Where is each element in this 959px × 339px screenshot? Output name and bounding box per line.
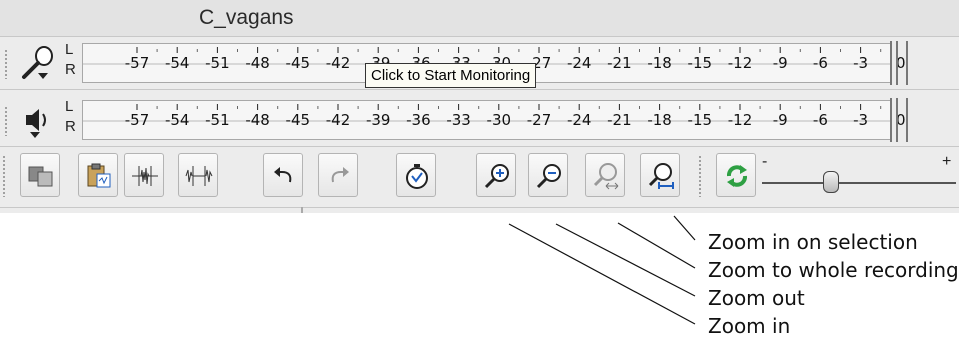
meter-tick-label: -51 — [205, 111, 230, 129]
meter-tick-label: -57 — [124, 111, 150, 129]
meter-tick-label: -24 — [566, 54, 592, 72]
zoom-selection-button[interactable] — [640, 153, 680, 197]
play-speed-slider[interactable]: - + — [762, 153, 956, 197]
paste-icon — [87, 163, 111, 188]
meter-tick-label: -39 — [365, 111, 391, 129]
toolbar-grip[interactable] — [2, 155, 6, 197]
channel-right-label: R — [65, 118, 76, 135]
toolbar-grip[interactable] — [698, 155, 702, 197]
toolbar-grip[interactable] — [4, 49, 8, 79]
copy-button[interactable] — [20, 153, 60, 197]
meter-tick-label: -48 — [245, 111, 270, 129]
zoom-out-button[interactable] — [528, 153, 568, 197]
callout-line-zoom-whole — [617, 222, 696, 269]
edit-toolbar: - + — [0, 151, 959, 208]
zoom-selection-icon — [648, 163, 674, 189]
callout-zoom-out: Zoom out — [708, 286, 805, 310]
meter-tick-label: -3 — [853, 111, 869, 129]
meter-tick-label: -18 — [647, 111, 672, 129]
meter-tick-label: -36 — [406, 111, 431, 129]
callout-zoom-in-on-selection: Zoom in on selection — [708, 230, 918, 254]
meter-tick-label: -15 — [687, 54, 713, 72]
channel-left-label: L — [65, 41, 74, 58]
callout-zoom-in: Zoom in — [708, 314, 791, 338]
toolbar-grip[interactable] — [4, 106, 8, 136]
meter-tick-label: -48 — [245, 54, 270, 72]
meter-tick-label: -30 — [486, 111, 512, 129]
meter-end-marker — [890, 41, 908, 85]
meter-tick-label: -15 — [687, 111, 713, 129]
copy-icon — [28, 166, 53, 187]
green-arrows-icon — [727, 165, 747, 187]
recording-meter[interactable]: -57-54-51-48-45-42-39-36-33-30-27-24-21-… — [82, 43, 906, 88]
sync-lock-button[interactable] — [396, 153, 436, 197]
meter-tick-label: -57 — [124, 54, 150, 72]
zoom-in-icon — [484, 164, 509, 189]
silence-audio-icon — [185, 166, 213, 186]
channel-left-label: L — [65, 98, 74, 115]
slider-thumb[interactable] — [823, 171, 839, 193]
zoom-fit-icon — [593, 163, 619, 190]
zoom-out-icon — [536, 164, 561, 189]
slider-min-label: - — [762, 153, 768, 170]
meter-tick-label: -51 — [205, 54, 230, 72]
meter-tick-label: -6 — [812, 111, 828, 129]
meter-tick-label: -27 — [526, 111, 552, 129]
meter-tick-label: -54 — [164, 54, 190, 72]
meter-tick-label: -24 — [566, 111, 592, 129]
microphone-icon[interactable] — [18, 43, 60, 85]
stopwatch-icon — [406, 164, 428, 189]
slider-max-label: + — [942, 153, 952, 170]
paste-button[interactable] — [78, 153, 118, 197]
slider-track — [762, 182, 956, 184]
zoom-fit-button[interactable] — [585, 153, 625, 197]
transcription-play-button[interactable] — [716, 153, 756, 197]
monitoring-tooltip: Click to Start Monitoring — [365, 63, 537, 88]
resize-handle[interactable] — [301, 207, 303, 213]
recording-meter-toolbar: L R -57-54-51-48-45-42-39-36-33-30-27-24… — [0, 39, 959, 90]
trim-button[interactable] — [124, 153, 164, 197]
meter-tick-label: -12 — [727, 54, 753, 72]
playback-meter-toolbar: L R -57 -54 -51 -48 -45 -42 -39 -36 -33 -30 -27 -24… — [0, 96, 959, 147]
meter-tick-label: -54 — [164, 111, 190, 129]
meter-tick-label: -45 — [285, 111, 311, 129]
meter-tick-label: -9 — [772, 54, 788, 72]
trim-audio-icon — [132, 166, 158, 186]
callout-zoom-to-whole-recording: Zoom to whole recording — [708, 258, 959, 282]
meter-tick-label: -33 — [446, 111, 471, 129]
meter-tick-label: -21 — [607, 54, 632, 72]
redo-icon — [331, 167, 349, 183]
speaker-icon[interactable] — [18, 100, 60, 142]
playback-meter[interactable]: -57 -54 -51 -48 -45 -42 -39 -36 -33 -30 -27 -24 -21-… — [82, 100, 906, 140]
meter-tick-label: -12 — [727, 111, 753, 129]
meter-tick-label: -21 — [607, 111, 632, 129]
audacity-toolbar-area: C_vagans L R -57 -54 -51 -48 -45 -42 -39 -36 -33… — [0, 0, 959, 213]
meter-tick-label: -42 — [325, 54, 351, 72]
meter-tick-label: -18 — [647, 54, 672, 72]
callout-line-zoom-out — [555, 223, 696, 297]
callout-line-zoom-selection — [673, 215, 696, 241]
meter-tick-label: -6 — [812, 54, 828, 72]
meter-tick-label: -9 — [772, 111, 788, 129]
meter-tick-label: -42 — [325, 111, 351, 129]
title-bar: C_vagans — [0, 0, 959, 37]
window-title: C_vagans — [199, 6, 294, 29]
meter-tick-label: -3 — [853, 54, 869, 72]
silence-button[interactable] — [178, 153, 218, 197]
zoom-in-button[interactable] — [476, 153, 516, 197]
channel-right-label: R — [65, 61, 76, 78]
undo-icon — [274, 167, 292, 183]
redo-button[interactable] — [318, 153, 358, 197]
callout-line-zoom-in — [508, 223, 696, 325]
meter-tick-label: -45 — [285, 54, 311, 72]
meter-end-marker — [890, 98, 908, 142]
undo-button[interactable] — [263, 153, 303, 197]
